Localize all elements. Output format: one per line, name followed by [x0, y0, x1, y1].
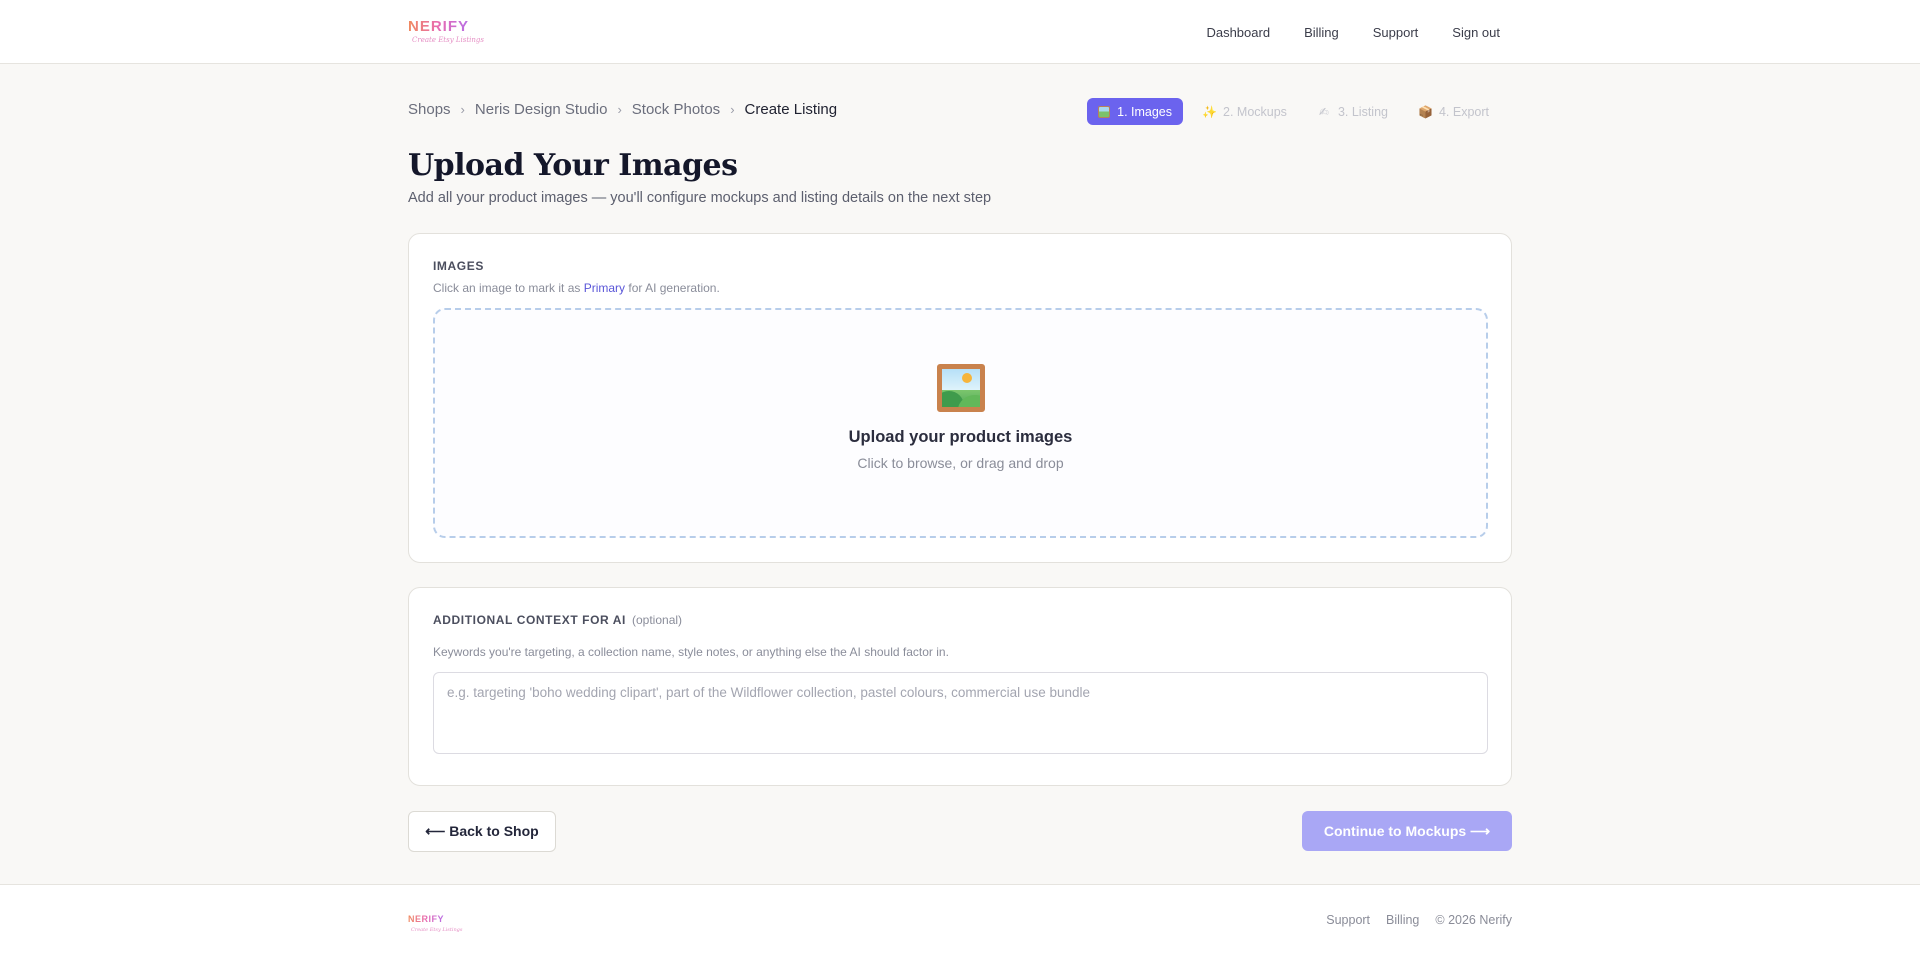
logo-tagline: Create Etsy Listings [412, 36, 485, 44]
image-upload-dropzone[interactable]: Upload your product images Click to brow… [433, 308, 1488, 538]
breadcrumb-collection[interactable]: Stock Photos [632, 101, 720, 118]
footer-billing-link[interactable]: Billing [1386, 913, 1419, 927]
framed-picture-icon [936, 364, 985, 412]
breadcrumb-separator: › [617, 102, 622, 117]
nav-sign-out-link[interactable]: Sign out [1452, 25, 1500, 40]
logo-wordmark: NERIFY [408, 18, 470, 35]
breadcrumb: Shops › Neris Design Studio › Stock Phot… [408, 101, 837, 118]
ai-context-textarea[interactable] [433, 672, 1488, 754]
main-nav: Dashboard Billing Support Sign out [1206, 0, 1500, 64]
footer-links: Support Billing © 2026 Nerify [1326, 913, 1512, 927]
breadcrumb-shops[interactable]: Shops [408, 101, 451, 118]
dropzone-title: Upload your product images [848, 428, 1073, 446]
footer-logo[interactable]: NERIFY Create Etsy Listings [408, 909, 463, 933]
images-hint-text: Click an image to mark it as [433, 281, 584, 295]
nav-dashboard-link[interactable]: Dashboard [1206, 25, 1270, 40]
continue-to-mockups-button[interactable]: Continue to Mockups ⟶ [1302, 811, 1512, 851]
ai-context-card: ADDITIONAL CONTEXT FOR AI (optional) Keyw… [408, 587, 1512, 786]
step-label: 4. Export [1438, 104, 1489, 119]
footer-copyright: © 2026 Nerify [1435, 913, 1512, 927]
images-hint: Click an image to mark it as Primary for… [433, 281, 720, 295]
nav-support-link[interactable]: Support [1373, 25, 1419, 40]
step-images[interactable]: 1. Images [1087, 98, 1184, 125]
step-mockups: ✨ 2. Mockups [1191, 98, 1298, 125]
images-hint-text-end: for AI generation. [625, 281, 720, 295]
breadcrumb-current: Create Listing [744, 101, 838, 118]
page-title: Upload Your Images [408, 148, 738, 183]
ai-context-label-text: ADDITIONAL CONTEXT FOR AI [433, 613, 626, 627]
step-listing: ✍ 3. Listing [1306, 98, 1399, 125]
images-card: IMAGES Click an image to mark it as Prim… [408, 233, 1512, 563]
writing-hand-icon: ✍ [1318, 104, 1329, 119]
nav-billing-link[interactable]: Billing [1304, 25, 1339, 40]
ai-context-label: ADDITIONAL CONTEXT FOR AI (optional) [433, 613, 682, 627]
page-footer: NERIFY Create Etsy Listings Support Bill… [0, 884, 1920, 955]
breadcrumb-shop-name[interactable]: Neris Design Studio [475, 101, 608, 118]
ai-context-hint: Keywords you're targeting, a collection … [433, 645, 949, 659]
breadcrumb-separator: › [460, 102, 465, 117]
dropzone-subtitle: Click to browse, or drag and drop [857, 455, 1064, 471]
optional-tag: (optional) [632, 613, 683, 627]
primary-keyword: Primary [583, 281, 626, 295]
step-indicator: 1. Images ✨ 2. Mockups ✍ 3. Listing 📦 4.… [1087, 98, 1500, 125]
step-label: 2. Mockups [1223, 104, 1287, 119]
footer-logo-tagline: Create Etsy Listings [411, 927, 463, 933]
step-label: 3. Listing [1337, 104, 1388, 119]
step-export: 📦 4. Export [1407, 98, 1500, 125]
step-label: 1. Images [1117, 104, 1173, 119]
package-icon: 📦 [1417, 104, 1433, 119]
footer-logo-wordmark: NERIFY [408, 914, 445, 924]
footer-support-link[interactable]: Support [1326, 913, 1370, 927]
nerify-logo[interactable]: NERIFY Create Etsy Listings [408, 16, 484, 50]
top-navigation-bar: NERIFY Create Etsy Listings Dashboard Bi… [0, 0, 1920, 64]
images-section-label: IMAGES [433, 259, 484, 273]
framed-picture-icon [1098, 105, 1111, 118]
page-subtitle: Add all your product images — you'll con… [408, 190, 992, 206]
back-to-shop-button[interactable]: ⟵ Back to Shop [408, 811, 556, 852]
sparkles-icon: ✨ [1202, 104, 1217, 119]
breadcrumb-separator: › [730, 102, 735, 117]
